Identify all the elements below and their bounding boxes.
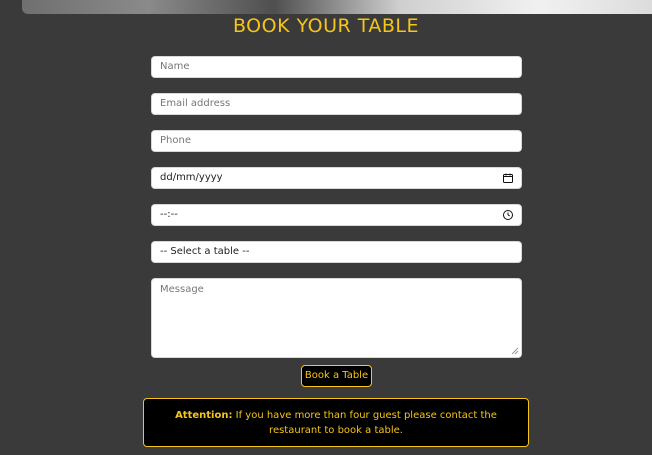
name-input[interactable]: Name bbox=[151, 56, 522, 78]
calendar-icon[interactable] bbox=[502, 172, 514, 184]
booking-form: Name Email address Phone dd/mm/yyyy --:-… bbox=[151, 56, 522, 373]
date-value: dd/mm/yyyy bbox=[160, 172, 223, 183]
email-input[interactable]: Email address bbox=[151, 93, 522, 115]
time-value: --:-- bbox=[160, 209, 178, 220]
resize-handle-icon[interactable] bbox=[511, 347, 519, 355]
table-select-value: -- Select a table -- bbox=[160, 246, 250, 257]
attention-label: Attention: bbox=[175, 410, 233, 421]
page-title: BOOK YOUR TABLE bbox=[232, 15, 420, 37]
message-textarea[interactable]: Message bbox=[151, 278, 522, 358]
book-table-button[interactable]: Book a Table bbox=[301, 365, 372, 387]
date-input[interactable]: dd/mm/yyyy bbox=[151, 167, 522, 189]
email-placeholder: Email address bbox=[160, 98, 231, 109]
table-select[interactable]: -- Select a table -- bbox=[151, 241, 522, 263]
attention-text: If you have more than four guest please … bbox=[232, 410, 497, 436]
name-placeholder: Name bbox=[160, 61, 190, 72]
hero-image-strip bbox=[22, 0, 652, 14]
phone-input[interactable]: Phone bbox=[151, 130, 522, 152]
clock-icon[interactable] bbox=[502, 209, 514, 221]
phone-placeholder: Phone bbox=[160, 135, 191, 146]
attention-notice: Attention: If you have more than four gu… bbox=[143, 398, 529, 447]
time-input[interactable]: --:-- bbox=[151, 204, 522, 226]
message-placeholder: Message bbox=[160, 284, 204, 295]
